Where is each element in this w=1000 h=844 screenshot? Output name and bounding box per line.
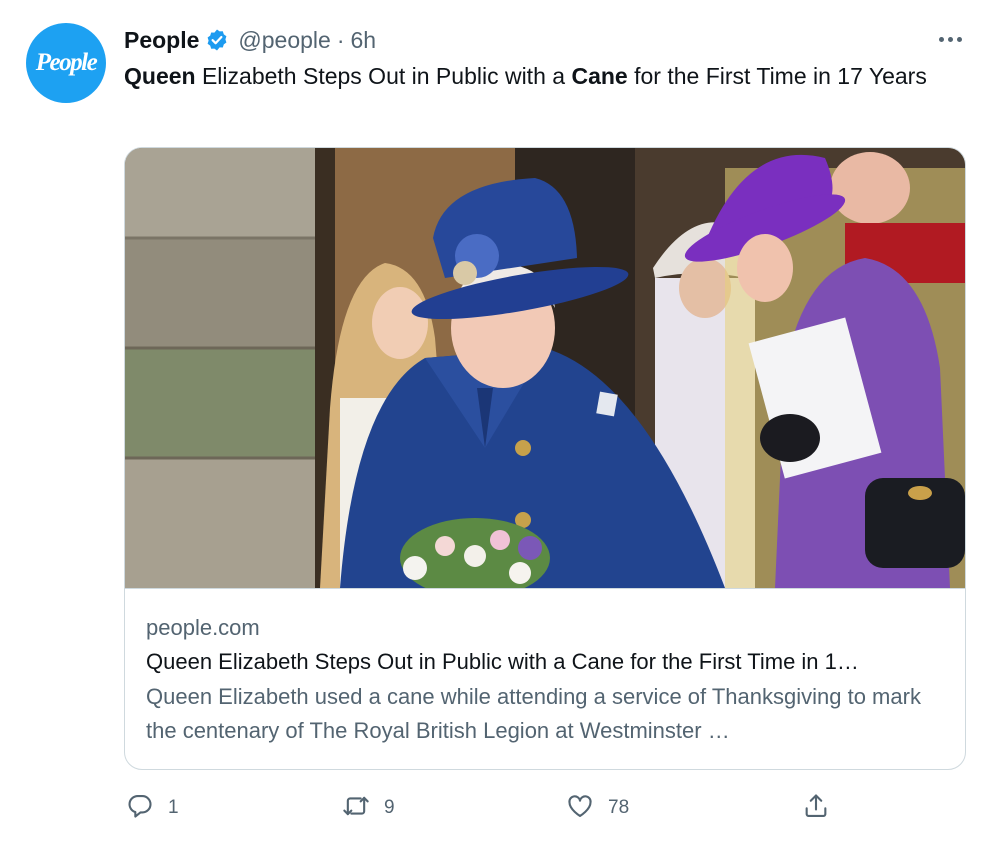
tweet-text: Queen Elizabeth Steps Out in Public with… — [124, 60, 944, 93]
card-description: Queen Elizabeth used a cane while attend… — [146, 684, 921, 743]
card-photo — [125, 148, 965, 588]
share-button[interactable] — [802, 790, 830, 826]
tweet-text-segment: for the First Time in 17 Years — [627, 63, 927, 89]
tweet-header: People @people · 6h — [124, 25, 376, 55]
tweet-text-segment: Elizabeth Steps Out in Public with a — [195, 63, 572, 89]
card-info: people.com Queen Elizabeth Steps Out in … — [125, 588, 965, 769]
card-domain: people.com — [146, 615, 260, 640]
more-dot — [938, 36, 944, 42]
reply-count: 1 — [168, 797, 179, 818]
card-title: Queen Elizabeth Steps Out in Public with… — [146, 649, 859, 674]
tweet[interactable]: People People @people · 6h Queen Elizabe… — [0, 0, 1000, 844]
tweet-actions: 1 9 78 — [124, 790, 844, 826]
share-icon — [802, 792, 830, 825]
tweet-text-bold-cane: Cane — [571, 63, 628, 89]
reply-button[interactable]: 1 — [126, 790, 179, 826]
author-handle[interactable]: @people — [238, 27, 330, 54]
tweet-timestamp[interactable]: 6h — [351, 27, 377, 54]
author-display-name[interactable]: People — [124, 27, 199, 54]
retweet-button[interactable]: 9 — [342, 790, 395, 826]
link-card[interactable]: people.com Queen Elizabeth Steps Out in … — [124, 147, 966, 770]
header-separator: · — [336, 26, 345, 53]
retweet-icon — [342, 792, 370, 825]
like-count: 78 — [608, 797, 630, 818]
more-dot — [956, 36, 962, 42]
retweet-count: 9 — [384, 797, 395, 818]
avatar[interactable]: People — [26, 23, 106, 103]
people-logo: People — [35, 49, 98, 76]
like-button[interactable]: 78 — [566, 790, 629, 826]
more-options-icon[interactable] — [930, 26, 970, 52]
tweet-text-bold-queen: Queen — [124, 63, 196, 89]
like-icon — [566, 792, 594, 825]
reply-icon — [126, 792, 154, 825]
more-dot — [947, 36, 953, 42]
verified-badge-icon — [205, 28, 229, 52]
